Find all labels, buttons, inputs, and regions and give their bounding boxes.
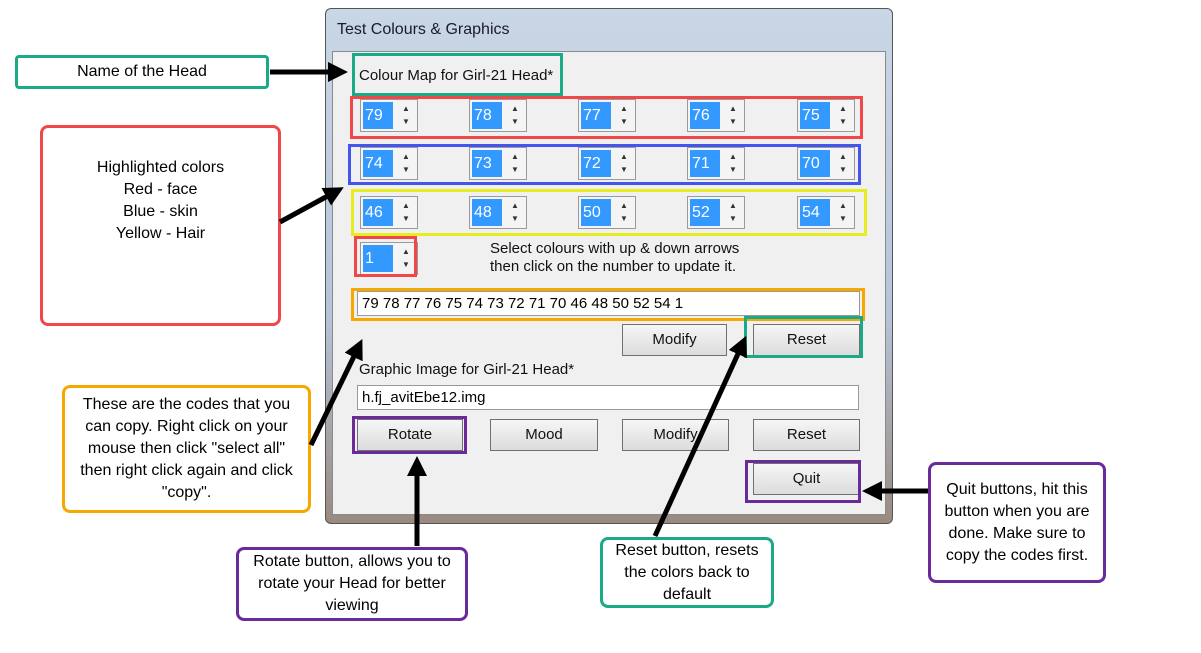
arrow-colors xyxy=(278,187,344,225)
arrows xyxy=(270,62,928,546)
arrow-codes xyxy=(308,339,363,447)
arrow-reset xyxy=(652,335,747,538)
